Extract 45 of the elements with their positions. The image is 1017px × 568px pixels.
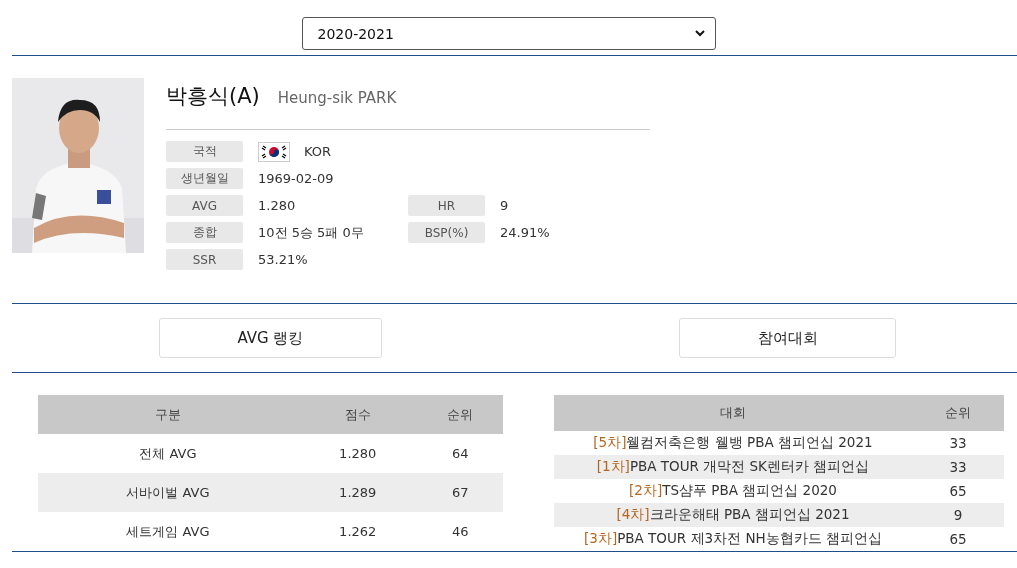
avg-ranking-button[interactable]: AVG 랭킹 [159,318,382,358]
table-cell: 46 [417,512,503,551]
tournament-link[interactable]: [5차]웰컴저축은행 웰뱅 PBA 챔피언십 2021 [554,431,912,456]
table-cell: 67 [417,473,503,512]
table-cell: 33 [912,455,1004,480]
tournament-link[interactable]: [4차]크라운해태 PBA 챔피언십 2021 [554,503,912,527]
table-cell: 33 [912,431,1004,456]
info-value: 9 [500,198,509,213]
season-select[interactable]: 2020-2021 [301,17,716,50]
tournament-link[interactable]: [2차]TS샴푸 PBA 챔피언십 2020 [554,479,912,504]
column-header: 순위 [417,395,503,434]
table-cell: 9 [912,503,1004,527]
info-label: 국적 [166,141,243,162]
table-cell: 1.262 [297,512,418,551]
player-name: 박흥식(A) [166,83,260,110]
info-value: 24.91% [500,225,550,240]
column-header: 순위 [912,395,1004,432]
tournaments-button[interactable]: 참여대회 [679,318,896,358]
info-label: 생년월일 [166,168,243,189]
column-header: 점수 [297,395,418,434]
korea-flag-icon [258,141,290,162]
info-value: 10전 5승 5패 0무 [258,223,364,242]
info-label: AVG [166,195,243,216]
info-value: 1.280 [258,198,296,213]
table-cell: 64 [417,434,503,473]
table-cell: 세트게임 AVG [38,512,298,551]
info-label: 종합 [166,222,243,243]
info-label: HR [408,195,485,216]
info-label: SSR [166,249,243,270]
info-value: 53.21% [258,252,308,267]
column-header: 대회 [554,395,912,432]
table-cell: 1.289 [297,473,418,512]
caret-icon [694,30,705,37]
table-cell: 전체 AVG [38,434,298,473]
tournament-link[interactable]: [3차]PBA TOUR 제3차전 NH농협카드 챔피언십 [554,527,912,551]
player-english-name: Heung-sik PARK [277,89,397,107]
table-cell: 65 [912,479,1004,504]
table-cell: 서바이벌 AVG [38,473,298,512]
info-label: BSP(%) [408,222,485,243]
column-header: 구분 [38,395,298,434]
table-cell: 65 [912,527,1004,551]
info-value: 1969-02-09 [258,171,334,186]
tournament-link[interactable]: [1차]PBA TOUR 개막전 SK렌터카 챔피언십 [554,455,912,480]
info-value: KOR [304,144,332,159]
table-cell: 1.280 [297,434,418,473]
